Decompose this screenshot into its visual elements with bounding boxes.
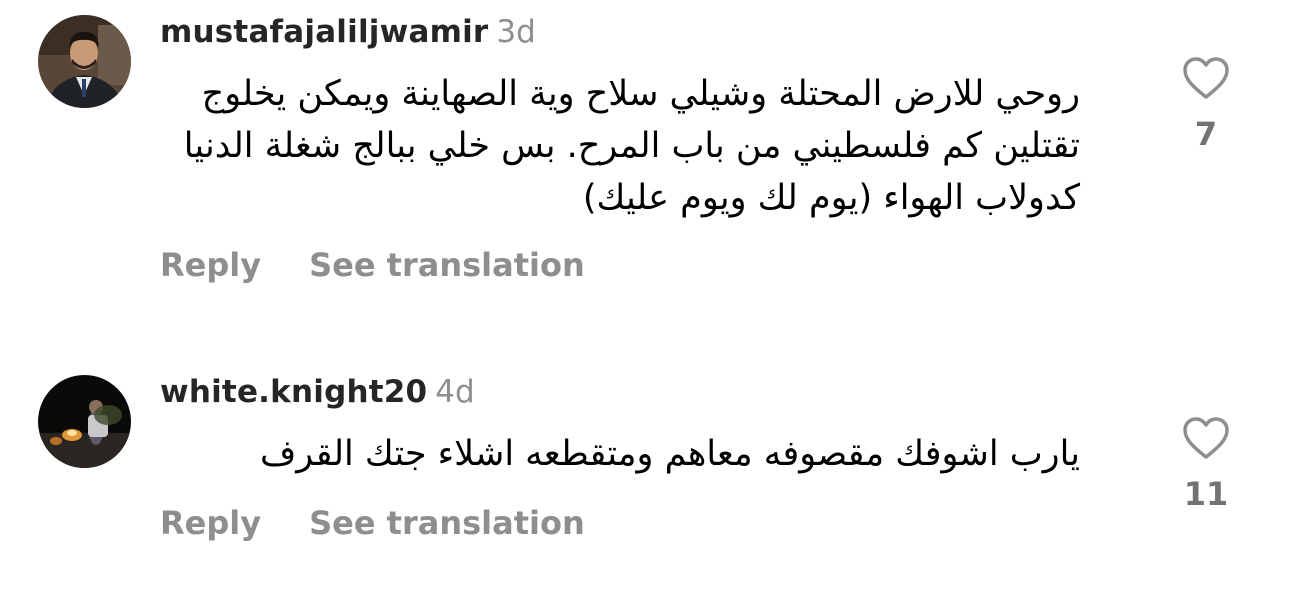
avatar[interactable] xyxy=(38,375,131,468)
username[interactable]: white.knight20 xyxy=(160,374,427,410)
timestamp: 4d xyxy=(435,374,475,410)
like-group: 11 xyxy=(1172,416,1240,514)
comment-actions: Reply See translation xyxy=(160,503,633,549)
comment-text: يارب اشوفك مقصوفه معاهم ومتقطعه اشلاء جت… xyxy=(260,434,1080,474)
reply-button[interactable]: Reply xyxy=(160,503,261,543)
avatar-image xyxy=(38,375,131,468)
heart-outline-icon[interactable] xyxy=(1182,416,1230,460)
comment-item: white.knight20 4d يارب اشوفك مقصوفه معاهم… xyxy=(0,0,1290,611)
see-translation-button[interactable]: See translation xyxy=(309,503,585,543)
like-count: 11 xyxy=(1183,475,1229,513)
comment-header: white.knight20 4d xyxy=(160,374,475,415)
